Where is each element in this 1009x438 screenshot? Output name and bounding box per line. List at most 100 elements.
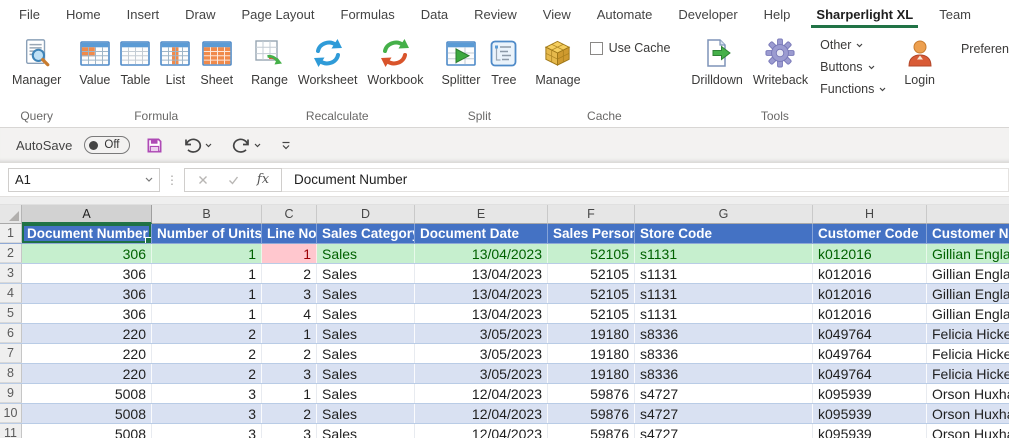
cell-I3[interactable]: Gillian England [927, 264, 1009, 283]
cell-F11[interactable]: 59876 [548, 424, 635, 438]
cell-A7[interactable]: 220 [22, 344, 152, 363]
tree-button[interactable]: Tree [485, 33, 522, 89]
cell-A11[interactable]: 5008 [22, 424, 152, 438]
cell-H8[interactable]: k049764 [813, 364, 927, 383]
cell-A1[interactable]: Document Number [22, 224, 152, 243]
cell-D5[interactable]: Sales [317, 304, 415, 323]
cell-B2[interactable]: 1 [152, 244, 262, 263]
insert-function-button[interactable]: fx [249, 170, 277, 190]
row-header-10[interactable]: 10 [0, 404, 22, 423]
buttons-dropdown[interactable]: Buttons [813, 57, 893, 77]
cell-B1[interactable]: Number of Units [152, 224, 262, 243]
cell-I4[interactable]: Gillian England [927, 284, 1009, 303]
cell-I6[interactable]: Felicia Hickey [927, 324, 1009, 343]
column-header-E[interactable]: E [415, 205, 548, 224]
tab-help[interactable]: Help [751, 0, 804, 28]
cell-F8[interactable]: 19180 [548, 364, 635, 383]
cell-I10[interactable]: Orson Huxham [927, 404, 1009, 423]
cell-C11[interactable]: 3 [262, 424, 317, 438]
cell-E7[interactable]: 3/05/2023 [415, 344, 548, 363]
checkbox-box[interactable] [589, 41, 603, 55]
tab-file[interactable]: File [6, 0, 53, 28]
writeback-button[interactable]: Writeback [748, 33, 813, 89]
cell-G9[interactable]: s4727 [635, 384, 813, 403]
cell-E10[interactable]: 12/04/2023 [415, 404, 548, 423]
cell-H10[interactable]: k095939 [813, 404, 927, 423]
tab-view[interactable]: View [530, 0, 584, 28]
undo-button[interactable] [179, 134, 216, 157]
cell-D9[interactable]: Sales [317, 384, 415, 403]
cell-F9[interactable]: 59876 [548, 384, 635, 403]
functions-dropdown[interactable]: Functions [813, 79, 893, 99]
manager-button[interactable]: Manager [7, 33, 66, 89]
cell-H7[interactable]: k049764 [813, 344, 927, 363]
cell-D2[interactable]: Sales [317, 244, 415, 263]
cell-G5[interactable]: s1131 [635, 304, 813, 323]
cell-C1[interactable]: Line No [262, 224, 317, 243]
value-button[interactable]: Value [74, 33, 115, 89]
cell-C8[interactable]: 3 [262, 364, 317, 383]
column-header-D[interactable]: D [317, 205, 415, 224]
tab-automate[interactable]: Automate [584, 0, 666, 28]
column-header-H[interactable]: H [813, 205, 927, 224]
workbook-button[interactable]: Workbook [362, 33, 428, 89]
column-header[interactable] [927, 205, 1009, 224]
cell-G4[interactable]: s1131 [635, 284, 813, 303]
cell-G3[interactable]: s1131 [635, 264, 813, 283]
cell-F7[interactable]: 19180 [548, 344, 635, 363]
cell-A5[interactable]: 306 [22, 304, 152, 323]
cell-H9[interactable]: k095939 [813, 384, 927, 403]
cell-B3[interactable]: 1 [152, 264, 262, 283]
tab-formulas[interactable]: Formulas [328, 0, 408, 28]
column-header-F[interactable]: F [548, 205, 635, 224]
cell-G1[interactable]: Store Code [635, 224, 813, 243]
cell-D4[interactable]: Sales [317, 284, 415, 303]
cell-E5[interactable]: 13/04/2023 [415, 304, 548, 323]
cell-G6[interactable]: s8336 [635, 324, 813, 343]
column-header-B[interactable]: B [152, 205, 262, 224]
tab-developer[interactable]: Developer [665, 0, 750, 28]
row-header-2[interactable]: 2 [0, 244, 22, 263]
cell-B9[interactable]: 3 [152, 384, 262, 403]
cell-D3[interactable]: Sales [317, 264, 415, 283]
cell-I1[interactable]: Customer Name [927, 224, 1009, 243]
cell-A2[interactable]: 306 [22, 244, 152, 263]
cell-D6[interactable]: Sales [317, 324, 415, 343]
tab-data[interactable]: Data [408, 0, 461, 28]
cell-I8[interactable]: Felicia Hickey [927, 364, 1009, 383]
cell-F5[interactable]: 52105 [548, 304, 635, 323]
cell-B7[interactable]: 2 [152, 344, 262, 363]
range-button[interactable]: Range [246, 33, 293, 89]
cell-F6[interactable]: 19180 [548, 324, 635, 343]
cell-E8[interactable]: 3/05/2023 [415, 364, 548, 383]
column-header-C[interactable]: C [262, 205, 317, 224]
cell-D8[interactable]: Sales [317, 364, 415, 383]
cell-H3[interactable]: k012016 [813, 264, 927, 283]
row-header-8[interactable]: 8 [0, 364, 22, 383]
cell-C6[interactable]: 1 [262, 324, 317, 343]
cell-D10[interactable]: Sales [317, 404, 415, 423]
cell-G7[interactable]: s8336 [635, 344, 813, 363]
tab-sharperlight-xl[interactable]: Sharperlight XL [803, 0, 926, 28]
cell-I7[interactable]: Felicia Hickey [927, 344, 1009, 363]
cell-C4[interactable]: 3 [262, 284, 317, 303]
cell-I9[interactable]: Orson Huxham [927, 384, 1009, 403]
other-dropdown[interactable]: Other [813, 35, 893, 55]
cell-I11[interactable]: Orson Huxham [927, 424, 1009, 438]
cell-C10[interactable]: 2 [262, 404, 317, 423]
cell-A6[interactable]: 220 [22, 324, 152, 343]
cell-H1[interactable]: Customer Code [813, 224, 927, 243]
cell-F4[interactable]: 52105 [548, 284, 635, 303]
cell-H5[interactable]: k012016 [813, 304, 927, 323]
cell-G10[interactable]: s4727 [635, 404, 813, 423]
cell-B8[interactable]: 2 [152, 364, 262, 383]
row-header-6[interactable]: 6 [0, 324, 22, 343]
cell-C3[interactable]: 2 [262, 264, 317, 283]
cell-B6[interactable]: 2 [152, 324, 262, 343]
row-header-11[interactable]: 11 [0, 424, 22, 438]
cell-A4[interactable]: 306 [22, 284, 152, 303]
worksheet-button[interactable]: Worksheet [293, 33, 363, 89]
cell-F1[interactable]: Sales Person [548, 224, 635, 243]
cell-G2[interactable]: s1131 [635, 244, 813, 263]
cell-B5[interactable]: 1 [152, 304, 262, 323]
